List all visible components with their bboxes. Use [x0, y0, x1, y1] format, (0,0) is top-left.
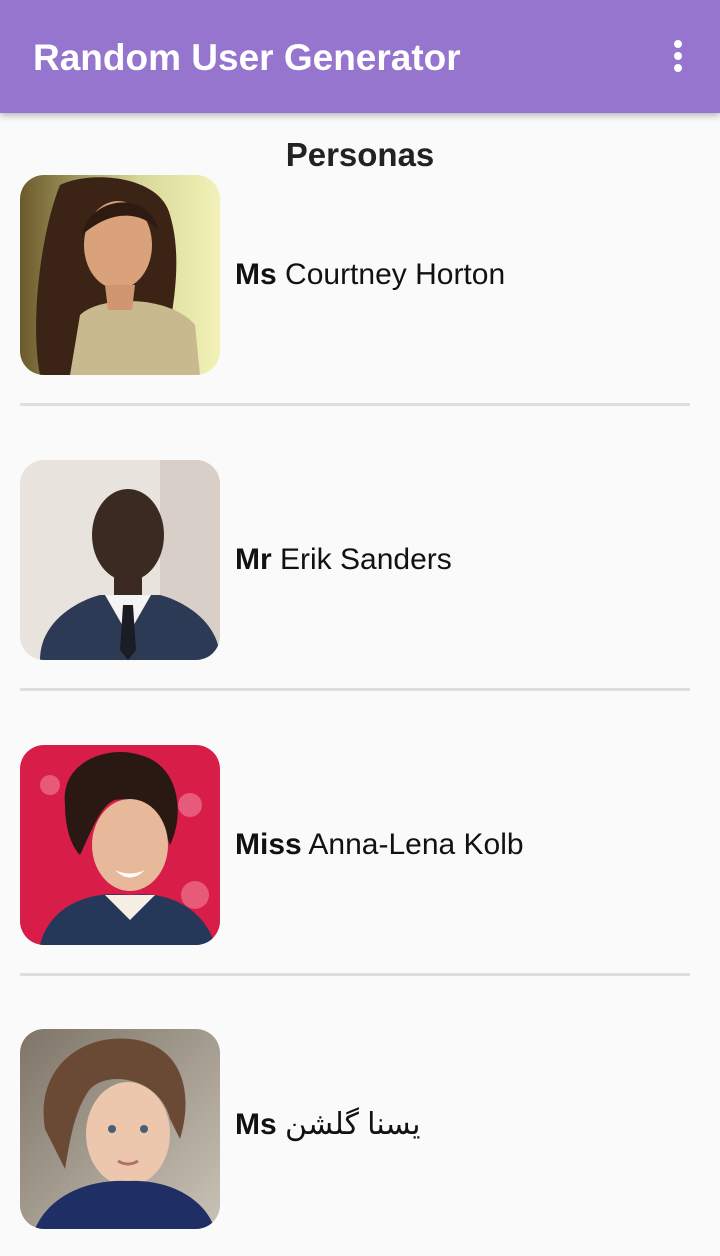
user-full-name: Erik Sanders [280, 543, 452, 576]
divider [20, 688, 690, 691]
user-list-item[interactable]: Ms یسنا گلشن [20, 1029, 710, 1229]
user-avatar [20, 1029, 220, 1229]
app-bar: Random User Generator [0, 0, 720, 113]
user-title: Miss [235, 828, 302, 861]
user-avatar [20, 460, 220, 660]
user-name: Ms یسنا گلشن [235, 1107, 421, 1143]
user-name: Ms Courtney Horton [235, 257, 505, 293]
user-full-name: Courtney Horton [285, 258, 506, 291]
user-list-item[interactable]: Miss Anna-Lena Kolb [20, 745, 710, 945]
divider [20, 973, 690, 976]
user-list-item[interactable]: Mr Erik Sanders [20, 460, 710, 660]
section-title: Personas [285, 136, 435, 173]
user-avatar [20, 175, 220, 375]
user-title: Mr [235, 543, 272, 576]
user-name: Miss Anna-Lena Kolb [235, 827, 524, 863]
user-full-name: Anna-Lena Kolb [308, 828, 524, 861]
user-title: Ms [235, 258, 277, 291]
more-vert-icon[interactable] [666, 38, 690, 78]
user-list-item[interactable]: Ms Courtney Horton [20, 175, 710, 375]
app-title: Random User Generator [33, 37, 461, 78]
user-avatar [20, 745, 220, 945]
user-full-name: یسنا گلشن [285, 1108, 421, 1141]
divider [20, 403, 690, 406]
user-title: Ms [235, 1108, 277, 1141]
user-name: Mr Erik Sanders [235, 542, 452, 578]
